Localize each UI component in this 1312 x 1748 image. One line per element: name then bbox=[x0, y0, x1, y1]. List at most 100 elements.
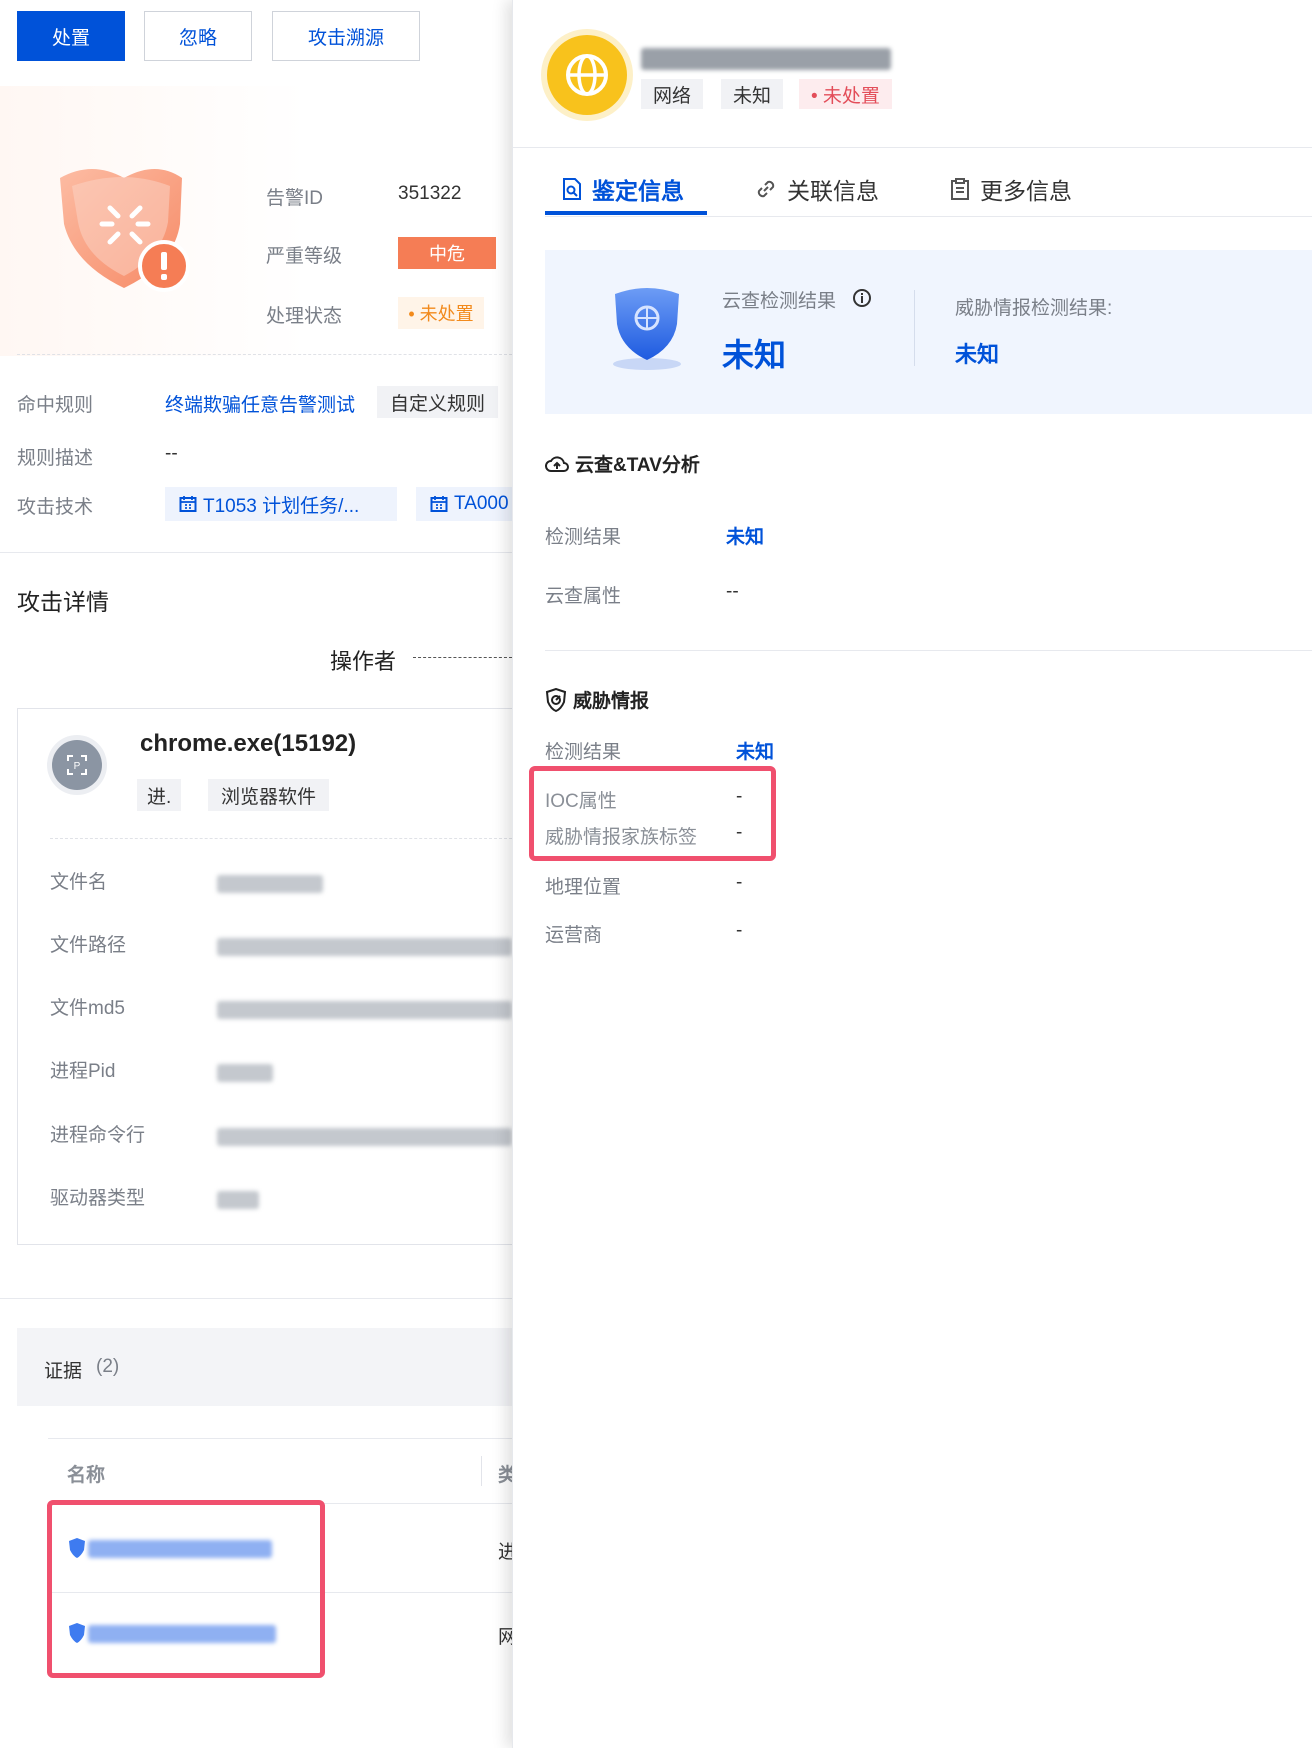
intel-result-label: 威胁情报检测结果: bbox=[955, 298, 1113, 319]
highlight-box bbox=[529, 766, 776, 861]
redacted-value bbox=[217, 1128, 512, 1146]
status-badge: • 未处置 bbox=[398, 297, 484, 329]
alert-detail-panel: 处置 忽略 攻击溯源 告警ID 351322 严重等级 中危 处理状态 • 未处… bbox=[0, 0, 512, 1748]
field-label: 文件md5 bbox=[50, 998, 125, 1019]
cloud-section-title: 云查&TAV分析 bbox=[545, 450, 700, 477]
section-title-text: 威胁情报 bbox=[573, 691, 650, 712]
geo-label: 地理位置 bbox=[545, 877, 622, 898]
evidence-title: 证据 bbox=[44, 1361, 83, 1382]
entity-detail-drawer: 网络 未知 • 未处置 鉴定信息 关联信息 更多信息 云查检测结果 未知 威胁情… bbox=[512, 0, 1312, 1748]
tab-identification[interactable]: 鉴定信息 bbox=[562, 172, 684, 206]
attack-tech-text: T1053 计划任务/... bbox=[203, 495, 360, 517]
rule-desc-value: -- bbox=[165, 443, 178, 464]
process-icon: P bbox=[52, 740, 102, 790]
divider bbox=[0, 552, 512, 553]
cloud-detect-label: 检测结果 bbox=[545, 527, 622, 548]
highlight-box bbox=[47, 1500, 325, 1678]
calendar-icon bbox=[179, 496, 197, 512]
process-tag: 浏览器软件 bbox=[208, 779, 330, 811]
divider bbox=[17, 354, 512, 355]
cloud-attr-value: -- bbox=[726, 581, 739, 602]
redacted-value bbox=[217, 1191, 259, 1209]
active-tab-indicator bbox=[545, 211, 707, 215]
attack-tech-tag[interactable]: T1053 计划任务/... bbox=[165, 487, 397, 521]
calendar-icon bbox=[430, 496, 448, 512]
divider bbox=[545, 650, 1312, 651]
tab-more[interactable]: 更多信息 bbox=[950, 172, 1072, 206]
rule-desc-label: 规则描述 bbox=[17, 448, 94, 469]
intel-detect-value: 未知 bbox=[736, 742, 775, 763]
attack-trace-button[interactable]: 攻击溯源 bbox=[272, 11, 420, 61]
process-name: chrome.exe(15192) bbox=[140, 730, 357, 757]
shield-verdict-icon bbox=[613, 288, 681, 370]
column-divider bbox=[481, 1456, 482, 1486]
process-tag: 进. bbox=[137, 779, 182, 811]
redacted-value bbox=[217, 875, 323, 893]
alert-id-label: 告警ID bbox=[266, 188, 324, 209]
entity-verdict-chip: 未知 bbox=[721, 79, 784, 109]
section-title-text: 云查&TAV分析 bbox=[575, 455, 700, 476]
alert-id-value: 351322 bbox=[398, 183, 462, 204]
entity-type-chip: 网络 bbox=[641, 79, 704, 109]
tab-related[interactable]: 关联信息 bbox=[755, 172, 879, 206]
geo-value: - bbox=[736, 872, 743, 893]
divider bbox=[48, 1438, 512, 1439]
evidence-type: 网 bbox=[498, 1627, 512, 1648]
evidence-type: 进 bbox=[498, 1542, 512, 1563]
tab-label: 更多信息 bbox=[980, 178, 1072, 204]
evidence-count: (2) bbox=[96, 1356, 120, 1377]
attack-tech-text: TA000 bbox=[454, 493, 509, 514]
hit-rule-link[interactable]: 终端欺骗任意告警测试 bbox=[165, 390, 355, 417]
redacted-value bbox=[217, 1064, 273, 1082]
attack-detail-title: 攻击详情 bbox=[17, 589, 109, 615]
field-label: 进程命令行 bbox=[50, 1125, 146, 1146]
divider bbox=[0, 1298, 512, 1299]
tab-label: 鉴定信息 bbox=[592, 178, 684, 204]
summary-divider bbox=[914, 290, 915, 366]
entity-avatar bbox=[547, 35, 627, 115]
divider bbox=[513, 147, 1312, 148]
evidence-header bbox=[17, 1328, 512, 1406]
status-label: 处理状态 bbox=[266, 306, 343, 327]
cloud-attr-label: 云查属性 bbox=[545, 586, 622, 607]
attack-tech-tag[interactable]: TA000 bbox=[416, 487, 512, 521]
column-header-type[interactable]: 类 bbox=[498, 1460, 512, 1487]
severity-badge: 中危 bbox=[398, 237, 496, 269]
field-label: 文件名 bbox=[50, 872, 108, 893]
tab-label: 关联信息 bbox=[787, 178, 879, 204]
file-search-icon bbox=[563, 178, 581, 200]
redacted-value bbox=[217, 1001, 512, 1019]
link-icon bbox=[757, 180, 775, 198]
redacted-value bbox=[217, 938, 512, 956]
entity-name-redacted bbox=[641, 48, 891, 70]
clipboard-icon bbox=[951, 178, 969, 200]
custom-rule-tag: 自定义规则 bbox=[377, 386, 499, 418]
field-label: 进程Pid bbox=[50, 1061, 116, 1082]
attack-tech-label: 攻击技术 bbox=[17, 497, 94, 518]
divider bbox=[545, 216, 1312, 217]
intel-section-title: 威胁情报 bbox=[545, 686, 649, 713]
severity-label: 严重等级 bbox=[266, 246, 343, 267]
ignore-button[interactable]: 忽略 bbox=[144, 11, 252, 61]
field-label: 文件路径 bbox=[50, 935, 127, 956]
cloud-result-value: 未知 bbox=[722, 337, 787, 373]
divider bbox=[50, 838, 512, 839]
cloud-detect-value: 未知 bbox=[726, 527, 765, 548]
info-icon[interactable] bbox=[852, 288, 872, 308]
cloud-upload-icon bbox=[545, 455, 569, 472]
shield-check-icon bbox=[545, 687, 567, 712]
intel-result-value: 未知 bbox=[955, 342, 1000, 367]
isp-value: - bbox=[736, 920, 743, 941]
isp-label: 运营商 bbox=[545, 925, 603, 946]
field-label: 驱动器类型 bbox=[50, 1188, 146, 1209]
intel-detect-label: 检测结果 bbox=[545, 742, 622, 763]
svg-text:P: P bbox=[74, 761, 81, 772]
handle-button[interactable]: 处置 bbox=[17, 11, 125, 61]
cloud-result-label: 云查检测结果 bbox=[722, 291, 837, 312]
entity-status-chip: • 未处置 bbox=[799, 79, 892, 109]
operator-label: 操作者 bbox=[330, 649, 397, 674]
globe-icon bbox=[566, 54, 608, 96]
column-header-name[interactable]: 名称 bbox=[67, 1460, 105, 1487]
hit-rule-label: 命中规则 bbox=[17, 395, 94, 416]
connector-line bbox=[413, 657, 512, 658]
